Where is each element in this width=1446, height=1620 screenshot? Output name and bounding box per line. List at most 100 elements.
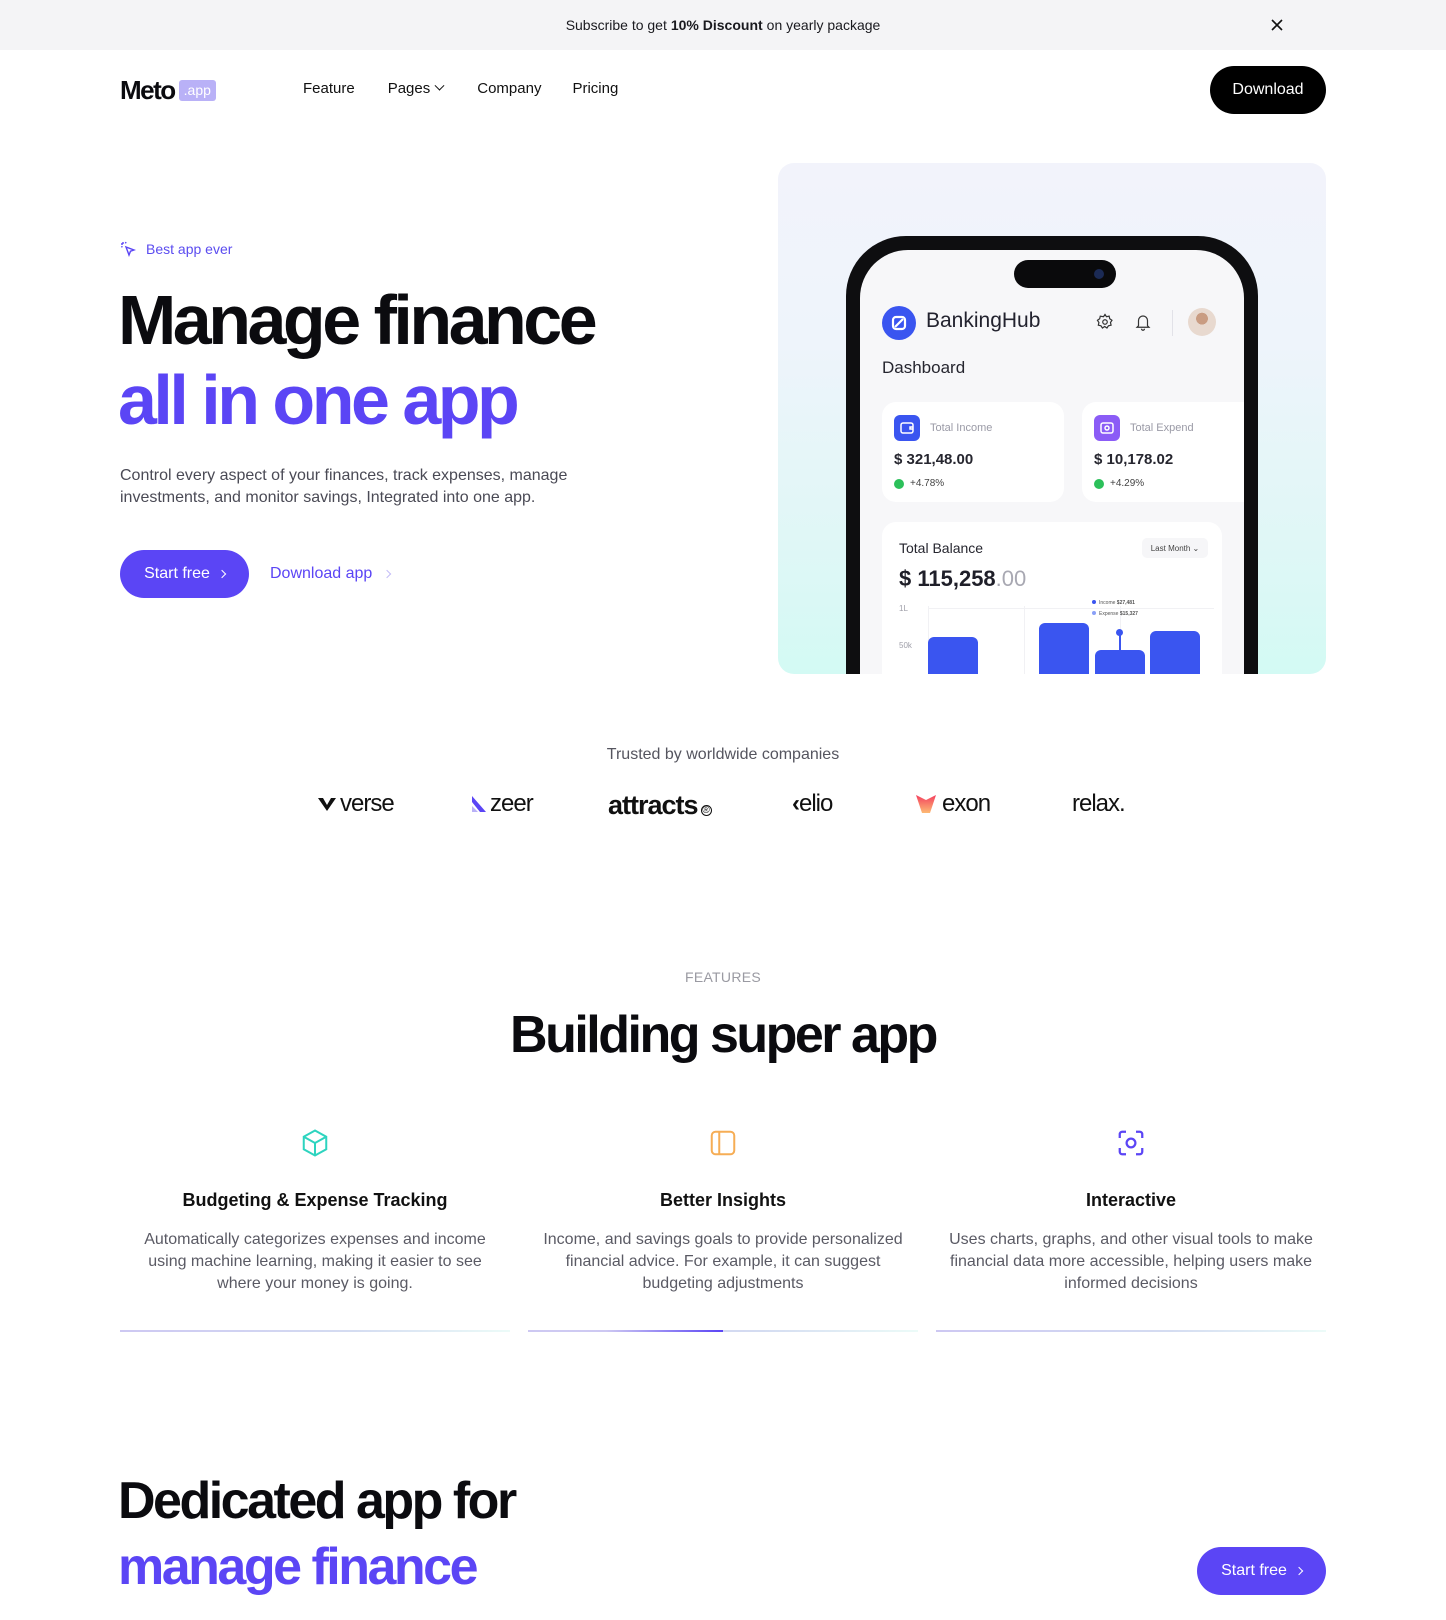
tooltip-label: Expense (1099, 611, 1119, 617)
features-title: Building super app (510, 1006, 938, 1064)
exon-mark-icon (916, 795, 936, 813)
start-free-button[interactable]: Start free (120, 550, 249, 598)
trend-up-icon (1094, 478, 1104, 489)
cta-start-free-button[interactable]: Start free (1197, 1547, 1326, 1595)
feature-description: Uses charts, graphs, and other visual to… (949, 1231, 1313, 1292)
gear-icon[interactable] (1096, 313, 1114, 331)
card-label: Total Income (930, 422, 993, 434)
download-app-link[interactable]: Download app (270, 565, 392, 583)
nav-link-feature[interactable]: Feature (303, 80, 355, 97)
start-free-label: Start free (144, 565, 210, 582)
nav-link-pricing[interactable]: Pricing (572, 80, 618, 97)
hero-phone-mockup: BankingHub Dashboard Total Income $ 321,… (778, 163, 1326, 674)
y-tick: 50k (899, 641, 912, 650)
phone-frame: BankingHub Dashboard Total Income $ 321,… (846, 236, 1258, 674)
period-select-label: Last Month (1150, 543, 1191, 553)
avatar[interactable] (1188, 308, 1216, 336)
feature-card-insights[interactable]: Better Insights Income, and savings goal… (528, 1128, 918, 1332)
logo[interactable]: Meto .app (120, 75, 216, 106)
header-divider (1172, 310, 1173, 336)
camera-icon (1094, 269, 1104, 279)
feature-card-budgeting[interactable]: Budgeting & Expense Tracking Automatical… (120, 1128, 510, 1332)
feature-title: Budgeting & Expense Tracking (182, 1190, 448, 1210)
chevron-right-icon (217, 569, 227, 579)
card-label: Total Expend (1130, 422, 1194, 434)
hero-tag: Best app ever (120, 241, 232, 257)
download-button[interactable]: Download (1210, 66, 1326, 114)
hero-title: Manage finance all in one app (118, 280, 598, 440)
brand-logo-verse: verse (318, 790, 395, 818)
balance-amount: $ 115,258.00 (899, 566, 1026, 592)
chevron-right-icon (383, 569, 392, 579)
y-tick: 1L (899, 604, 908, 613)
chart-bar (1039, 623, 1089, 674)
balance-amount-main: $ 115,258 (899, 566, 996, 591)
elio-mark-icon: ‹ (792, 790, 800, 817)
registered-mark-icon: ® (700, 805, 712, 816)
brand-name: exon (942, 790, 991, 817)
dashboard-title: Dashboard (882, 358, 966, 377)
nav-links: Feature Pages Company Pricing (303, 80, 618, 97)
sparkle-cursor-icon (120, 241, 136, 257)
chart-bar (928, 637, 978, 674)
tooltip-row: Expense $15,327 (1092, 609, 1138, 620)
hero-tag-text: Best app ever (146, 241, 233, 257)
feature-progress-track (528, 1330, 918, 1332)
nav-link-pages-label: Pages (387, 80, 431, 97)
total-income-card: Total Income $ 321,48.00 +4.78% (882, 402, 1064, 502)
sidebar-panel-icon (710, 1130, 736, 1156)
feature-progress-fill (528, 1330, 723, 1332)
brand-name: relax. (1072, 790, 1126, 817)
nav-link-pages[interactable]: Pages (387, 80, 445, 97)
features-kicker: FEATURES (684, 969, 762, 985)
chart-bar (1150, 631, 1200, 674)
hero-description: Control every aspect of your finances, t… (120, 467, 568, 506)
legend-dot (1092, 600, 1096, 604)
feature-title: Interactive (1085, 1190, 1177, 1210)
nav-link-company[interactable]: Company (477, 80, 541, 97)
balance-title: Total Balance (899, 540, 984, 556)
close-icon (1271, 19, 1283, 31)
cta-start-free-label: Start free (1221, 1562, 1287, 1579)
hero-title-line1: Manage finance (118, 281, 598, 359)
trusted-heading: Trusted by worldwide companies (606, 746, 840, 763)
verse-mark-icon (318, 798, 336, 811)
download-app-label: Download app (270, 565, 373, 582)
feature-card-interactive[interactable]: Interactive Uses charts, graphs, and oth… (936, 1128, 1326, 1332)
top-nav: Meto .app Feature Pages Company Pricing … (0, 50, 1446, 132)
balance-amount-decimal: .00 (995, 566, 1027, 591)
grid-line (1024, 606, 1025, 674)
logo-badge: .app (178, 80, 216, 101)
app-name: BankingHub (926, 309, 1041, 332)
tooltip-row: Income $27,481 (1092, 598, 1138, 609)
card-change-text: +4.78% (910, 478, 945, 489)
brand-logo-attracts: attracts ® (608, 790, 712, 821)
brand-logo-exon: exon (916, 790, 991, 818)
close-banner-button[interactable] (1266, 14, 1288, 36)
period-select[interactable]: Last Month ⌄ (1142, 538, 1208, 558)
bell-icon[interactable] (1134, 312, 1152, 332)
banner-text-after: on yearly package (766, 17, 881, 33)
card-value: $ 10,178.02 (1094, 451, 1174, 468)
zeer-mark-icon (472, 796, 486, 812)
promo-banner: Subscribe to get 10% Discount on yearly … (0, 0, 1446, 50)
feature-description: Automatically categorizes expenses and i… (144, 1231, 486, 1292)
cta-title-line1: Dedicated app for (118, 1472, 517, 1530)
total-balance-card: Total Balance Last Month ⌄ $ 115,258.00 … (882, 522, 1222, 674)
logo-text: Meto (120, 75, 176, 105)
phone-screen: BankingHub Dashboard Total Income $ 321,… (860, 250, 1244, 674)
brand-logo-zeer: zeer (472, 790, 534, 818)
chart-tooltip: Income $27,481 Expense $15,327 (1092, 598, 1138, 620)
feature-progress-track (936, 1330, 1326, 1332)
card-value: $ 321,48.00 (894, 451, 974, 468)
brand-name: attracts (608, 790, 699, 820)
chart-bar (1095, 650, 1145, 674)
tooltip-label: Income (1099, 600, 1116, 606)
brand-logos: verse zeer attracts ® ‹ elio exon relax. (0, 790, 1446, 824)
camera-wallet-icon (1094, 415, 1120, 441)
chart-marker-dot (1116, 629, 1123, 636)
brand-logo-elio: ‹ elio (792, 790, 833, 818)
banner-text-before: Subscribe to get (565, 17, 667, 33)
hero-title-line2: all in one app (118, 361, 520, 439)
card-change: +4.29% (1094, 478, 1144, 489)
